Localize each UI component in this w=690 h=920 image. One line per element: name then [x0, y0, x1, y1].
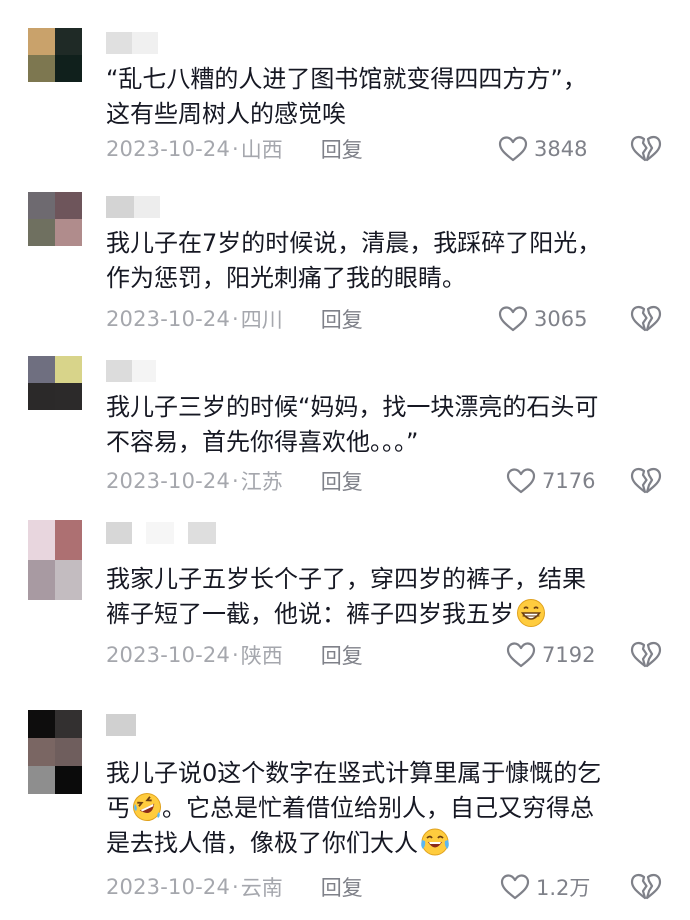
- reply-button[interactable]: 回复: [321, 872, 363, 902]
- avatar-mosaic-tile: [55, 383, 82, 410]
- heart-outline-icon: [500, 874, 530, 900]
- broken-heart-icon: [630, 135, 662, 162]
- avatar-mosaic-tile: [55, 192, 82, 219]
- username-mosaic-tile: [106, 360, 132, 382]
- username-mosaic-tile: [132, 32, 158, 54]
- broken-heart-icon: [630, 873, 662, 900]
- username[interactable]: [106, 32, 158, 54]
- avatar-mosaic-tile: [28, 710, 55, 738]
- username-mosaic-tile: [106, 196, 134, 218]
- comment-text-part: 。它总是忙着借位给别人，自己又穷得总 是去找人借，像极了你们大人: [106, 794, 594, 857]
- avatar-mosaic-tile: [28, 738, 55, 766]
- separator-dot: ·: [232, 307, 239, 331]
- comment-date: 2023-10-24: [106, 875, 231, 899]
- avatar-mosaic-tile: [55, 219, 82, 246]
- username-mosaic-tile: [134, 196, 160, 218]
- avatar-mosaic-tile: [55, 520, 82, 560]
- comment-text: “乱七八糟的人进了图书馆就变得四四方方”， 这有些周树人的感觉唉: [106, 65, 587, 128]
- heart-outline-icon: [506, 468, 536, 494]
- avatar-mosaic-tile: [55, 766, 82, 794]
- comment-list: “乱七八糟的人进了图书馆就变得四四方方”， 这有些周树人的感觉唉 2023-10…: [0, 0, 690, 920]
- grinning-face-emoji: [517, 599, 545, 627]
- comment-date: 2023-10-24: [106, 137, 231, 161]
- comment-location: 江苏: [240, 470, 283, 494]
- avatar-mosaic-tile: [28, 520, 55, 560]
- dislike-button[interactable]: [630, 304, 662, 334]
- avatar-mosaic-tile: [55, 710, 82, 738]
- reply-button[interactable]: 回复: [321, 640, 363, 670]
- avatar-mosaic-tile: [28, 766, 55, 794]
- username-mosaic-tile: [106, 522, 132, 544]
- separator-dot: ·: [232, 137, 239, 161]
- username[interactable]: [106, 196, 160, 218]
- dislike-button[interactable]: [630, 640, 662, 670]
- comment-location: 山西: [240, 138, 283, 162]
- username[interactable]: [106, 522, 216, 544]
- avatar[interactable]: [28, 28, 82, 82]
- separator-dot: ·: [232, 469, 239, 493]
- username-mosaic-tile: [146, 522, 174, 544]
- username[interactable]: [106, 360, 156, 382]
- like-button[interactable]: 7176: [506, 466, 616, 496]
- dislike-button[interactable]: [630, 872, 662, 902]
- dislike-button[interactable]: [630, 134, 662, 164]
- heart-outline-icon: [498, 136, 528, 162]
- avatar-mosaic-tile: [28, 383, 55, 410]
- reply-button[interactable]: 回复: [321, 134, 363, 164]
- reply-button[interactable]: 回复: [321, 466, 363, 496]
- like-button[interactable]: 7192: [506, 640, 616, 670]
- avatar-mosaic-tile: [55, 28, 82, 55]
- username[interactable]: [106, 714, 136, 736]
- avatar[interactable]: [28, 356, 82, 410]
- avatar-mosaic-tile: [55, 560, 82, 600]
- comment-date: 2023-10-24: [106, 469, 231, 493]
- avatar[interactable]: [28, 520, 82, 600]
- like-button[interactable]: 3848: [498, 134, 608, 164]
- like-count: 3065: [534, 307, 588, 331]
- avatar[interactable]: [28, 192, 82, 246]
- avatar[interactable]: [28, 710, 82, 794]
- tears-of-joy-emoji: [421, 828, 449, 856]
- heart-outline-icon: [506, 642, 536, 668]
- like-count: 3848: [534, 137, 588, 161]
- username-mosaic-tile: [106, 32, 132, 54]
- comment-text: 我家儿子五岁长个子了，穿四岁的裤子，结果 裤子短了一截，他说：裤子四岁我五岁: [106, 562, 666, 632]
- broken-heart-icon: [630, 305, 662, 332]
- like-count: 7176: [542, 469, 596, 493]
- heart-outline-icon: [498, 306, 528, 332]
- comment-location: 云南: [240, 876, 283, 900]
- like-button[interactable]: 3065: [498, 304, 608, 334]
- avatar-mosaic-tile: [28, 219, 55, 246]
- username-mosaic-tile: [132, 360, 156, 382]
- avatar-mosaic-tile: [28, 356, 55, 383]
- separator-dot: ·: [232, 875, 239, 899]
- avatar-mosaic-tile: [28, 28, 55, 55]
- avatar-mosaic-tile: [28, 192, 55, 219]
- separator-dot: ·: [232, 643, 239, 667]
- comment-location: 四川: [240, 308, 283, 332]
- comment-text: 我儿子在7岁的时候说，清晨，我踩碎了阳光， 作为惩罚，阳光刺痛了我的眼睛。: [106, 229, 602, 292]
- rolling-laughing-emoji: [133, 793, 161, 821]
- avatar-mosaic-tile: [55, 356, 82, 383]
- like-count: 1.2万: [536, 876, 591, 900]
- comment-text-body: 我家儿子五岁长个子了，穿四岁的裤子，结果 裤子短了一截，他说：裤子四岁我五岁: [106, 565, 586, 628]
- broken-heart-icon: [630, 467, 662, 494]
- avatar-mosaic-tile: [28, 560, 55, 600]
- like-button[interactable]: 1.2万: [500, 872, 610, 902]
- like-count: 7192: [542, 643, 596, 667]
- dislike-button[interactable]: [630, 466, 662, 496]
- comment-text: 我儿子说0这个数字在竖式计算里属于慷慨的乞 丐。它总是忙着借位给别人，自己又穷得…: [106, 756, 666, 861]
- avatar-mosaic-tile: [55, 55, 82, 82]
- username-mosaic-tile: [188, 522, 216, 544]
- username-mosaic-tile: [106, 714, 136, 736]
- broken-heart-icon: [630, 641, 662, 668]
- comment-text: 我儿子三岁的时候“妈妈，找一块漂亮的石头可 不容易，首先你得喜欢他。。。”: [106, 393, 599, 456]
- comment-location: 陕西: [240, 644, 283, 668]
- avatar-mosaic-tile: [55, 738, 82, 766]
- comment-date: 2023-10-24: [106, 643, 231, 667]
- avatar-mosaic-tile: [28, 55, 55, 82]
- reply-button[interactable]: 回复: [321, 304, 363, 334]
- comment-date: 2023-10-24: [106, 307, 231, 331]
